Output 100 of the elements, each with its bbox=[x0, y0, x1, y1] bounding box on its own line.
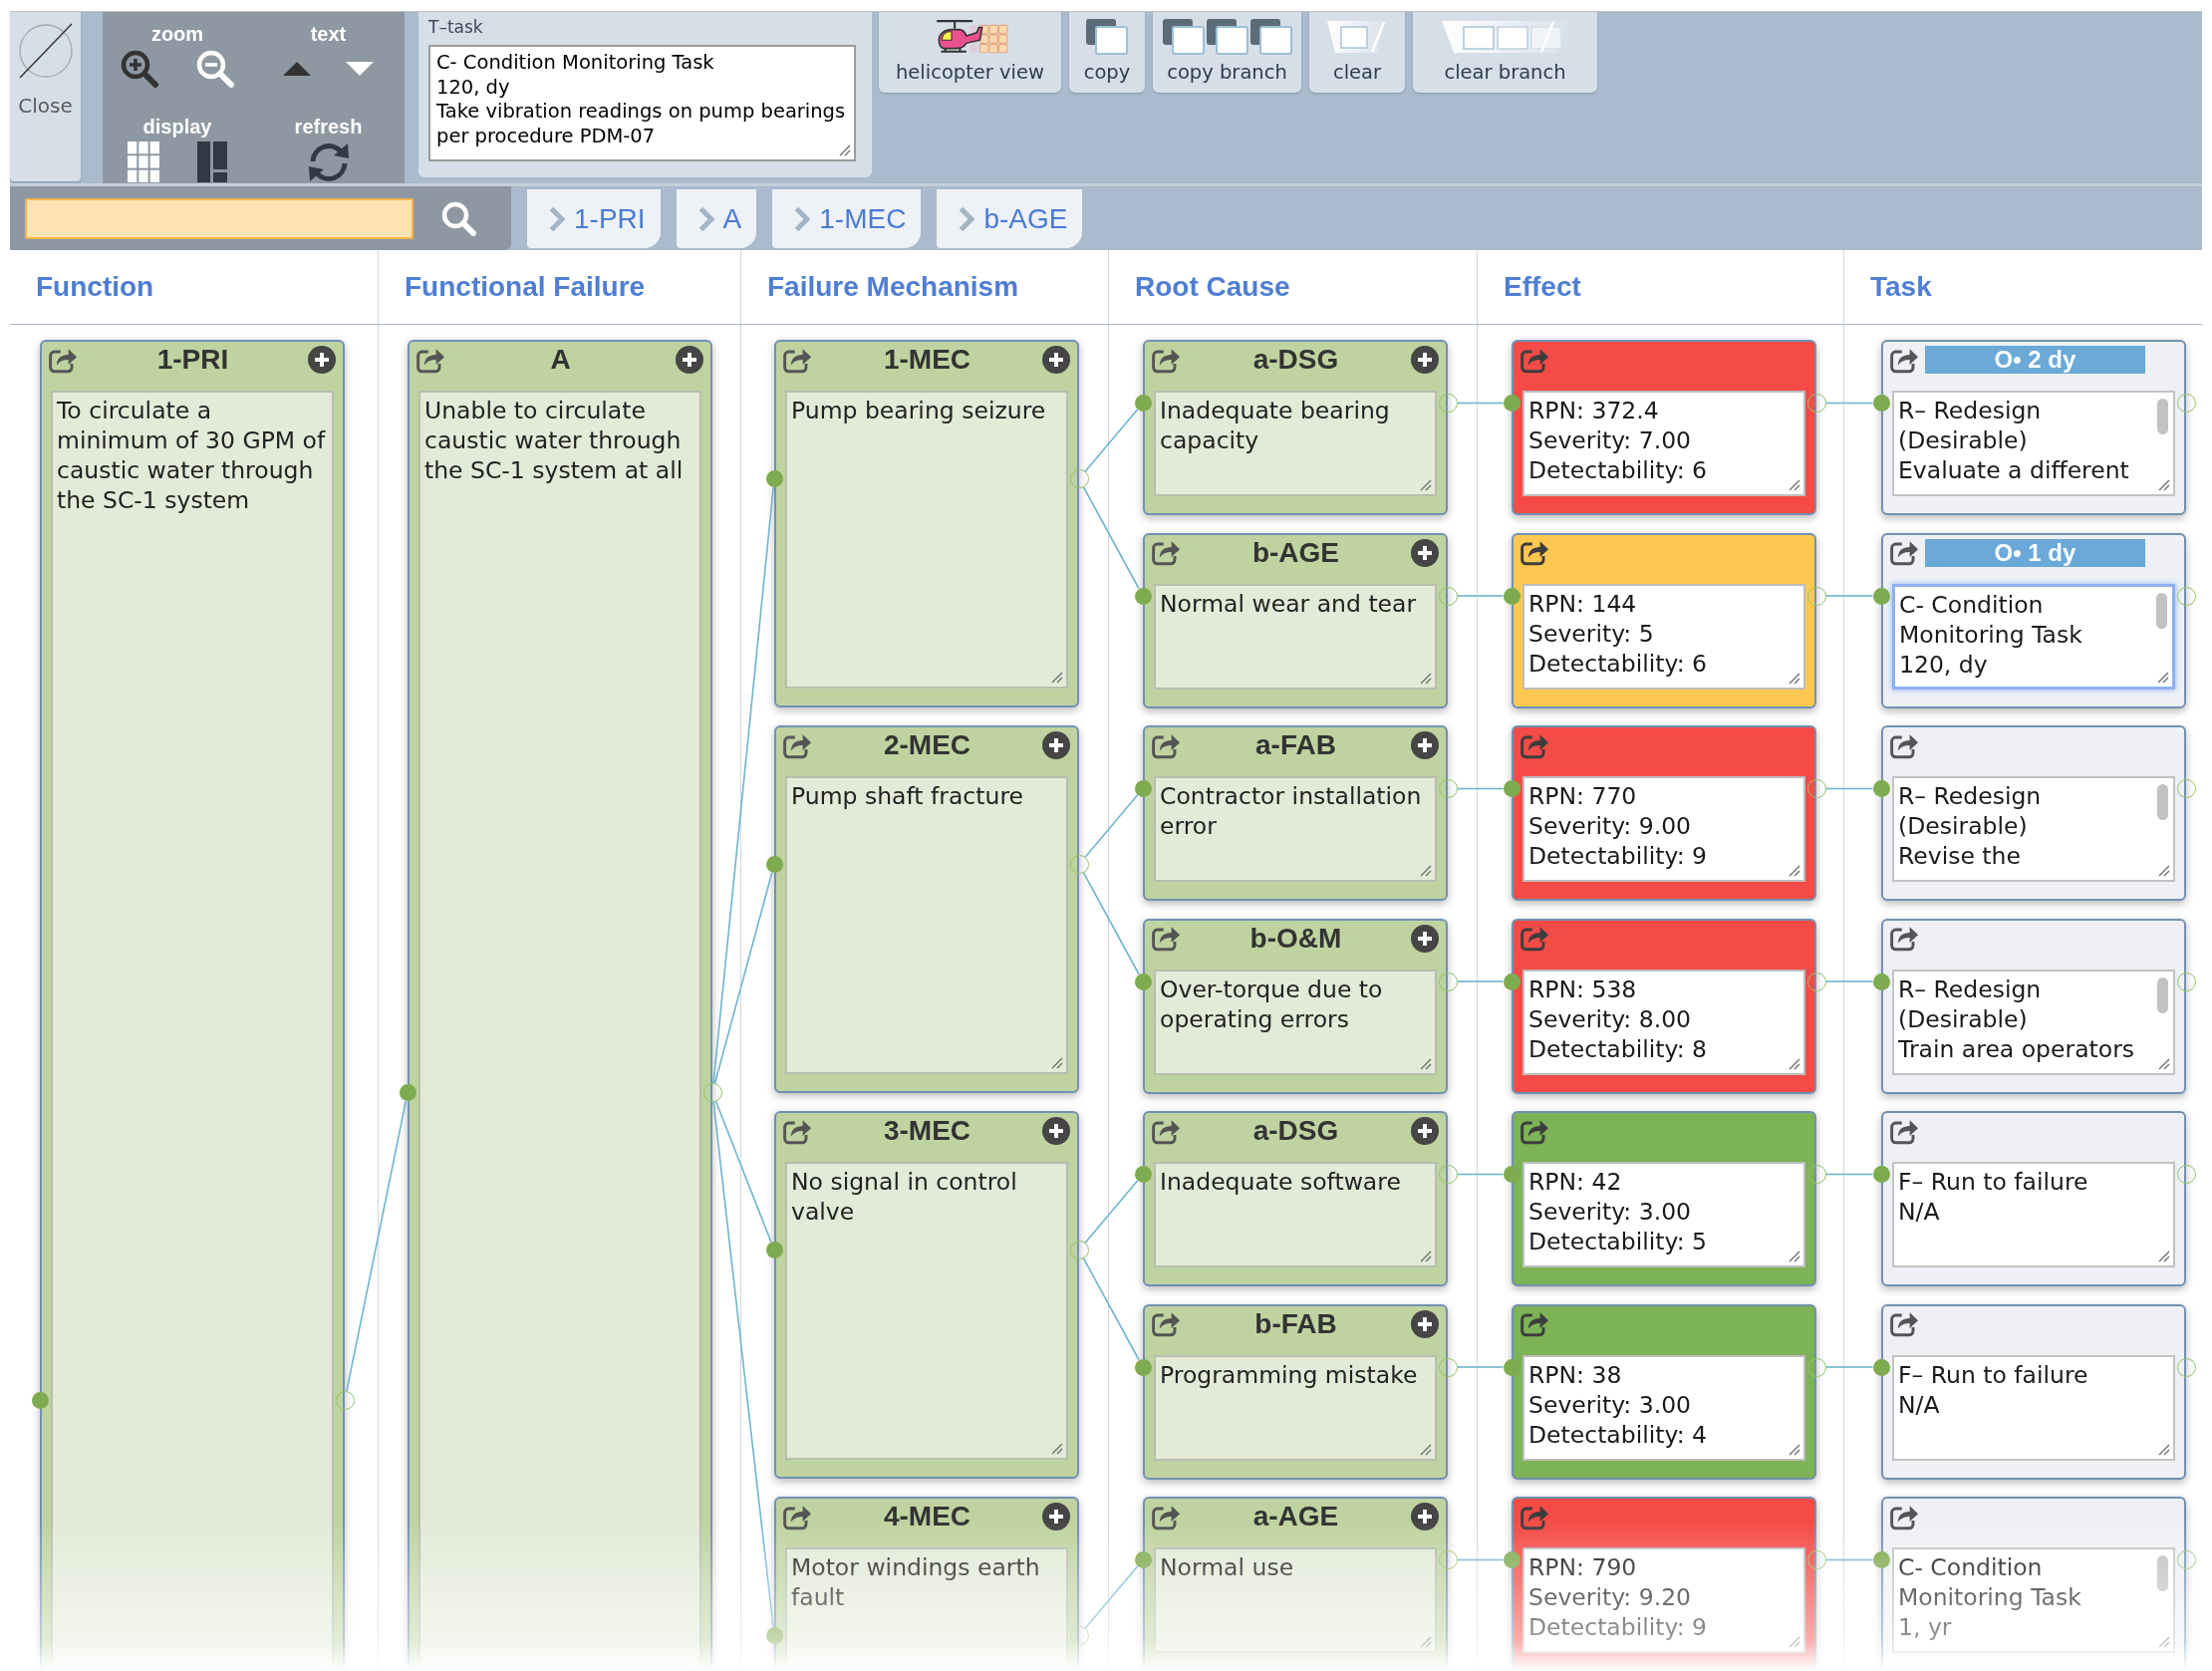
scrollbar-thumb[interactable] bbox=[2157, 1555, 2168, 1591]
grid-icon[interactable] bbox=[128, 141, 159, 182]
task-text-field[interactable]: F– Run to failure N/A bbox=[1892, 1162, 2175, 1267]
share-icon[interactable] bbox=[1151, 925, 1181, 952]
task-text-field[interactable]: C- Condition Monitoring Task 120, dy bbox=[1892, 583, 2175, 690]
column-title: Task bbox=[1870, 271, 1932, 303]
share-icon[interactable] bbox=[1520, 1310, 1549, 1337]
plus-icon[interactable] bbox=[1411, 538, 1439, 567]
description-field[interactable]: No signal in control valve bbox=[785, 1162, 1068, 1460]
scrollbar-thumb[interactable] bbox=[2157, 784, 2168, 820]
resize-grip-icon[interactable] bbox=[1420, 865, 1432, 877]
split-layout-icon[interactable] bbox=[197, 141, 227, 182]
refresh-icon[interactable] bbox=[307, 141, 350, 182]
description-field[interactable]: Programming mistake bbox=[1154, 1354, 1437, 1461]
resize-grip-icon[interactable] bbox=[1789, 1636, 1800, 1648]
task-text-field[interactable]: R– Redesign (Desirable) Train area operators bbox=[1892, 969, 2175, 1075]
share-icon[interactable] bbox=[1151, 1310, 1181, 1337]
share-icon[interactable] bbox=[1889, 925, 1919, 952]
effect-text-field[interactable]: RPN: 372.4 Severity: 7.00 Detectability: 6 bbox=[1522, 391, 1805, 496]
resize-grip-icon[interactable] bbox=[1789, 479, 1800, 491]
resize-grip-icon[interactable] bbox=[1789, 1057, 1800, 1070]
description-field[interactable]: Pump shaft fracture bbox=[785, 776, 1068, 1074]
scrollbar-thumb[interactable] bbox=[2157, 976, 2168, 1013]
effect-text-field[interactable]: RPN: 42 Severity: 3.00 Detectability: 5 bbox=[1522, 1162, 1805, 1267]
toolbar-button[interactable]: helicopter view bbox=[879, 12, 1061, 93]
effect-text-field[interactable]: RPN: 770 Severity: 9.00 Detectability: 9 bbox=[1522, 776, 1805, 882]
resize-grip-icon[interactable] bbox=[2158, 1057, 2170, 1070]
plus-icon[interactable] bbox=[1411, 346, 1439, 374]
resize-grip-icon[interactable] bbox=[1051, 1443, 1063, 1455]
description-field[interactable]: Contractor installation error bbox=[1154, 776, 1437, 882]
resize-grip-icon[interactable] bbox=[839, 144, 851, 156]
toolbar-button[interactable]: clear branch bbox=[1413, 12, 1597, 93]
effect-text-field[interactable]: RPN: 144 Severity: 5 Detectability: 6 bbox=[1522, 583, 1805, 690]
resize-grip-icon[interactable] bbox=[2158, 1443, 2170, 1456]
resize-grip-icon[interactable] bbox=[1420, 1443, 1432, 1456]
resize-grip-icon[interactable] bbox=[2158, 865, 2170, 877]
task-text-field[interactable]: R– Redesign (Desirable) Evaluate a different bbox=[1892, 391, 2175, 496]
plus-icon[interactable] bbox=[1411, 731, 1439, 759]
triangle-down-icon[interactable] bbox=[346, 61, 374, 76]
breadcrumb-tab[interactable]: 1-MEC bbox=[772, 189, 922, 248]
search-field[interactable] bbox=[25, 197, 414, 239]
description-field[interactable]: Inadequate software bbox=[1154, 1162, 1437, 1267]
toolbar-button[interactable]: clear bbox=[1309, 12, 1405, 93]
scrollbar-thumb[interactable] bbox=[2156, 592, 2167, 629]
task-text-field[interactable]: C- Condition Monitoring Task 1, yr bbox=[1892, 1547, 2175, 1653]
description-field[interactable]: Over-torque due to operating errors bbox=[1154, 969, 1437, 1075]
task-text-field[interactable]: R– Redesign (Desirable) Revise the bbox=[1892, 776, 2175, 882]
resize-grip-icon[interactable] bbox=[2158, 1636, 2170, 1648]
resize-grip-icon[interactable] bbox=[1420, 1636, 1432, 1648]
share-icon[interactable] bbox=[1889, 539, 1919, 566]
resize-grip-icon[interactable] bbox=[1051, 672, 1063, 684]
description-field[interactable]: Pump bearing seizure bbox=[785, 391, 1068, 689]
zoom-out-icon[interactable] bbox=[195, 48, 235, 89]
resize-grip-icon[interactable] bbox=[1789, 672, 1800, 685]
triangle-up-icon[interactable] bbox=[283, 61, 311, 76]
breadcrumb-tab[interactable]: 1-PRI bbox=[527, 189, 661, 248]
effect-text-field[interactable]: RPN: 790 Severity: 9.20 Detectability: 9 bbox=[1522, 1547, 1805, 1653]
resize-grip-icon[interactable] bbox=[2158, 479, 2170, 491]
toolbar-button[interactable]: copy bbox=[1069, 12, 1145, 93]
resize-grip-icon[interactable] bbox=[1789, 1251, 1800, 1262]
toolbar-button[interactable]: copy branch bbox=[1153, 12, 1301, 93]
resize-grip-icon[interactable] bbox=[1420, 1057, 1432, 1070]
plus-icon[interactable] bbox=[1411, 1117, 1439, 1145]
resize-grip-icon[interactable] bbox=[1789, 865, 1800, 877]
task-text-field[interactable]: C- Condition Monitoring Task 120, dy Take vibration readings on pump bearings per procedure PDM-07 bbox=[428, 45, 856, 161]
plus-icon[interactable] bbox=[308, 346, 336, 374]
share-icon[interactable] bbox=[1520, 539, 1549, 566]
zoom-in-icon[interactable] bbox=[120, 48, 159, 89]
plus-icon[interactable] bbox=[1411, 1309, 1439, 1338]
resize-grip-icon[interactable] bbox=[1789, 1443, 1800, 1456]
close-button[interactable]: Close bbox=[10, 12, 81, 181]
breadcrumb-tab[interactable]: A bbox=[676, 189, 757, 248]
share-icon[interactable] bbox=[1520, 925, 1549, 952]
description-field[interactable]: Normal wear and tear bbox=[1154, 583, 1437, 690]
resize-grip-icon[interactable] bbox=[2158, 1251, 2170, 1262]
share-icon[interactable] bbox=[1889, 1310, 1919, 1337]
task-text-field[interactable]: F– Run to failure N/A bbox=[1892, 1354, 2175, 1461]
scrollbar-thumb[interactable] bbox=[2157, 399, 2168, 434]
resize-grip-icon[interactable] bbox=[1420, 479, 1432, 491]
resize-grip-icon[interactable] bbox=[1051, 1057, 1063, 1069]
resize-grip-icon[interactable] bbox=[2157, 671, 2169, 684]
plus-icon[interactable] bbox=[1042, 731, 1070, 759]
resize-grip-icon[interactable] bbox=[1420, 1251, 1432, 1262]
plus-icon[interactable] bbox=[1042, 1117, 1070, 1145]
plus-icon[interactable] bbox=[676, 346, 703, 374]
breadcrumb-tab[interactable]: b-AGE bbox=[937, 189, 1083, 248]
plus-icon[interactable] bbox=[1411, 924, 1439, 953]
resize-grip-icon[interactable] bbox=[1420, 672, 1432, 685]
node-code: 4-MEC bbox=[883, 1501, 971, 1532]
node-code: a-AGE bbox=[1252, 1501, 1339, 1532]
share-icon[interactable] bbox=[1151, 539, 1181, 566]
effect-text-field[interactable]: RPN: 38 Severity: 3.00 Detectability: 4 bbox=[1522, 1354, 1805, 1461]
plus-icon[interactable] bbox=[1042, 346, 1070, 374]
description-field[interactable]: Normal use bbox=[1154, 1547, 1437, 1653]
plus-icon[interactable] bbox=[1411, 1503, 1439, 1531]
search-icon[interactable] bbox=[440, 200, 476, 236]
slashed-circle-icon bbox=[17, 22, 74, 80]
plus-icon[interactable] bbox=[1042, 1503, 1070, 1531]
description-field[interactable]: Inadequate bearing capacity bbox=[1154, 391, 1437, 496]
effect-text-field[interactable]: RPN: 538 Severity: 8.00 Detectability: 8 bbox=[1522, 969, 1805, 1075]
